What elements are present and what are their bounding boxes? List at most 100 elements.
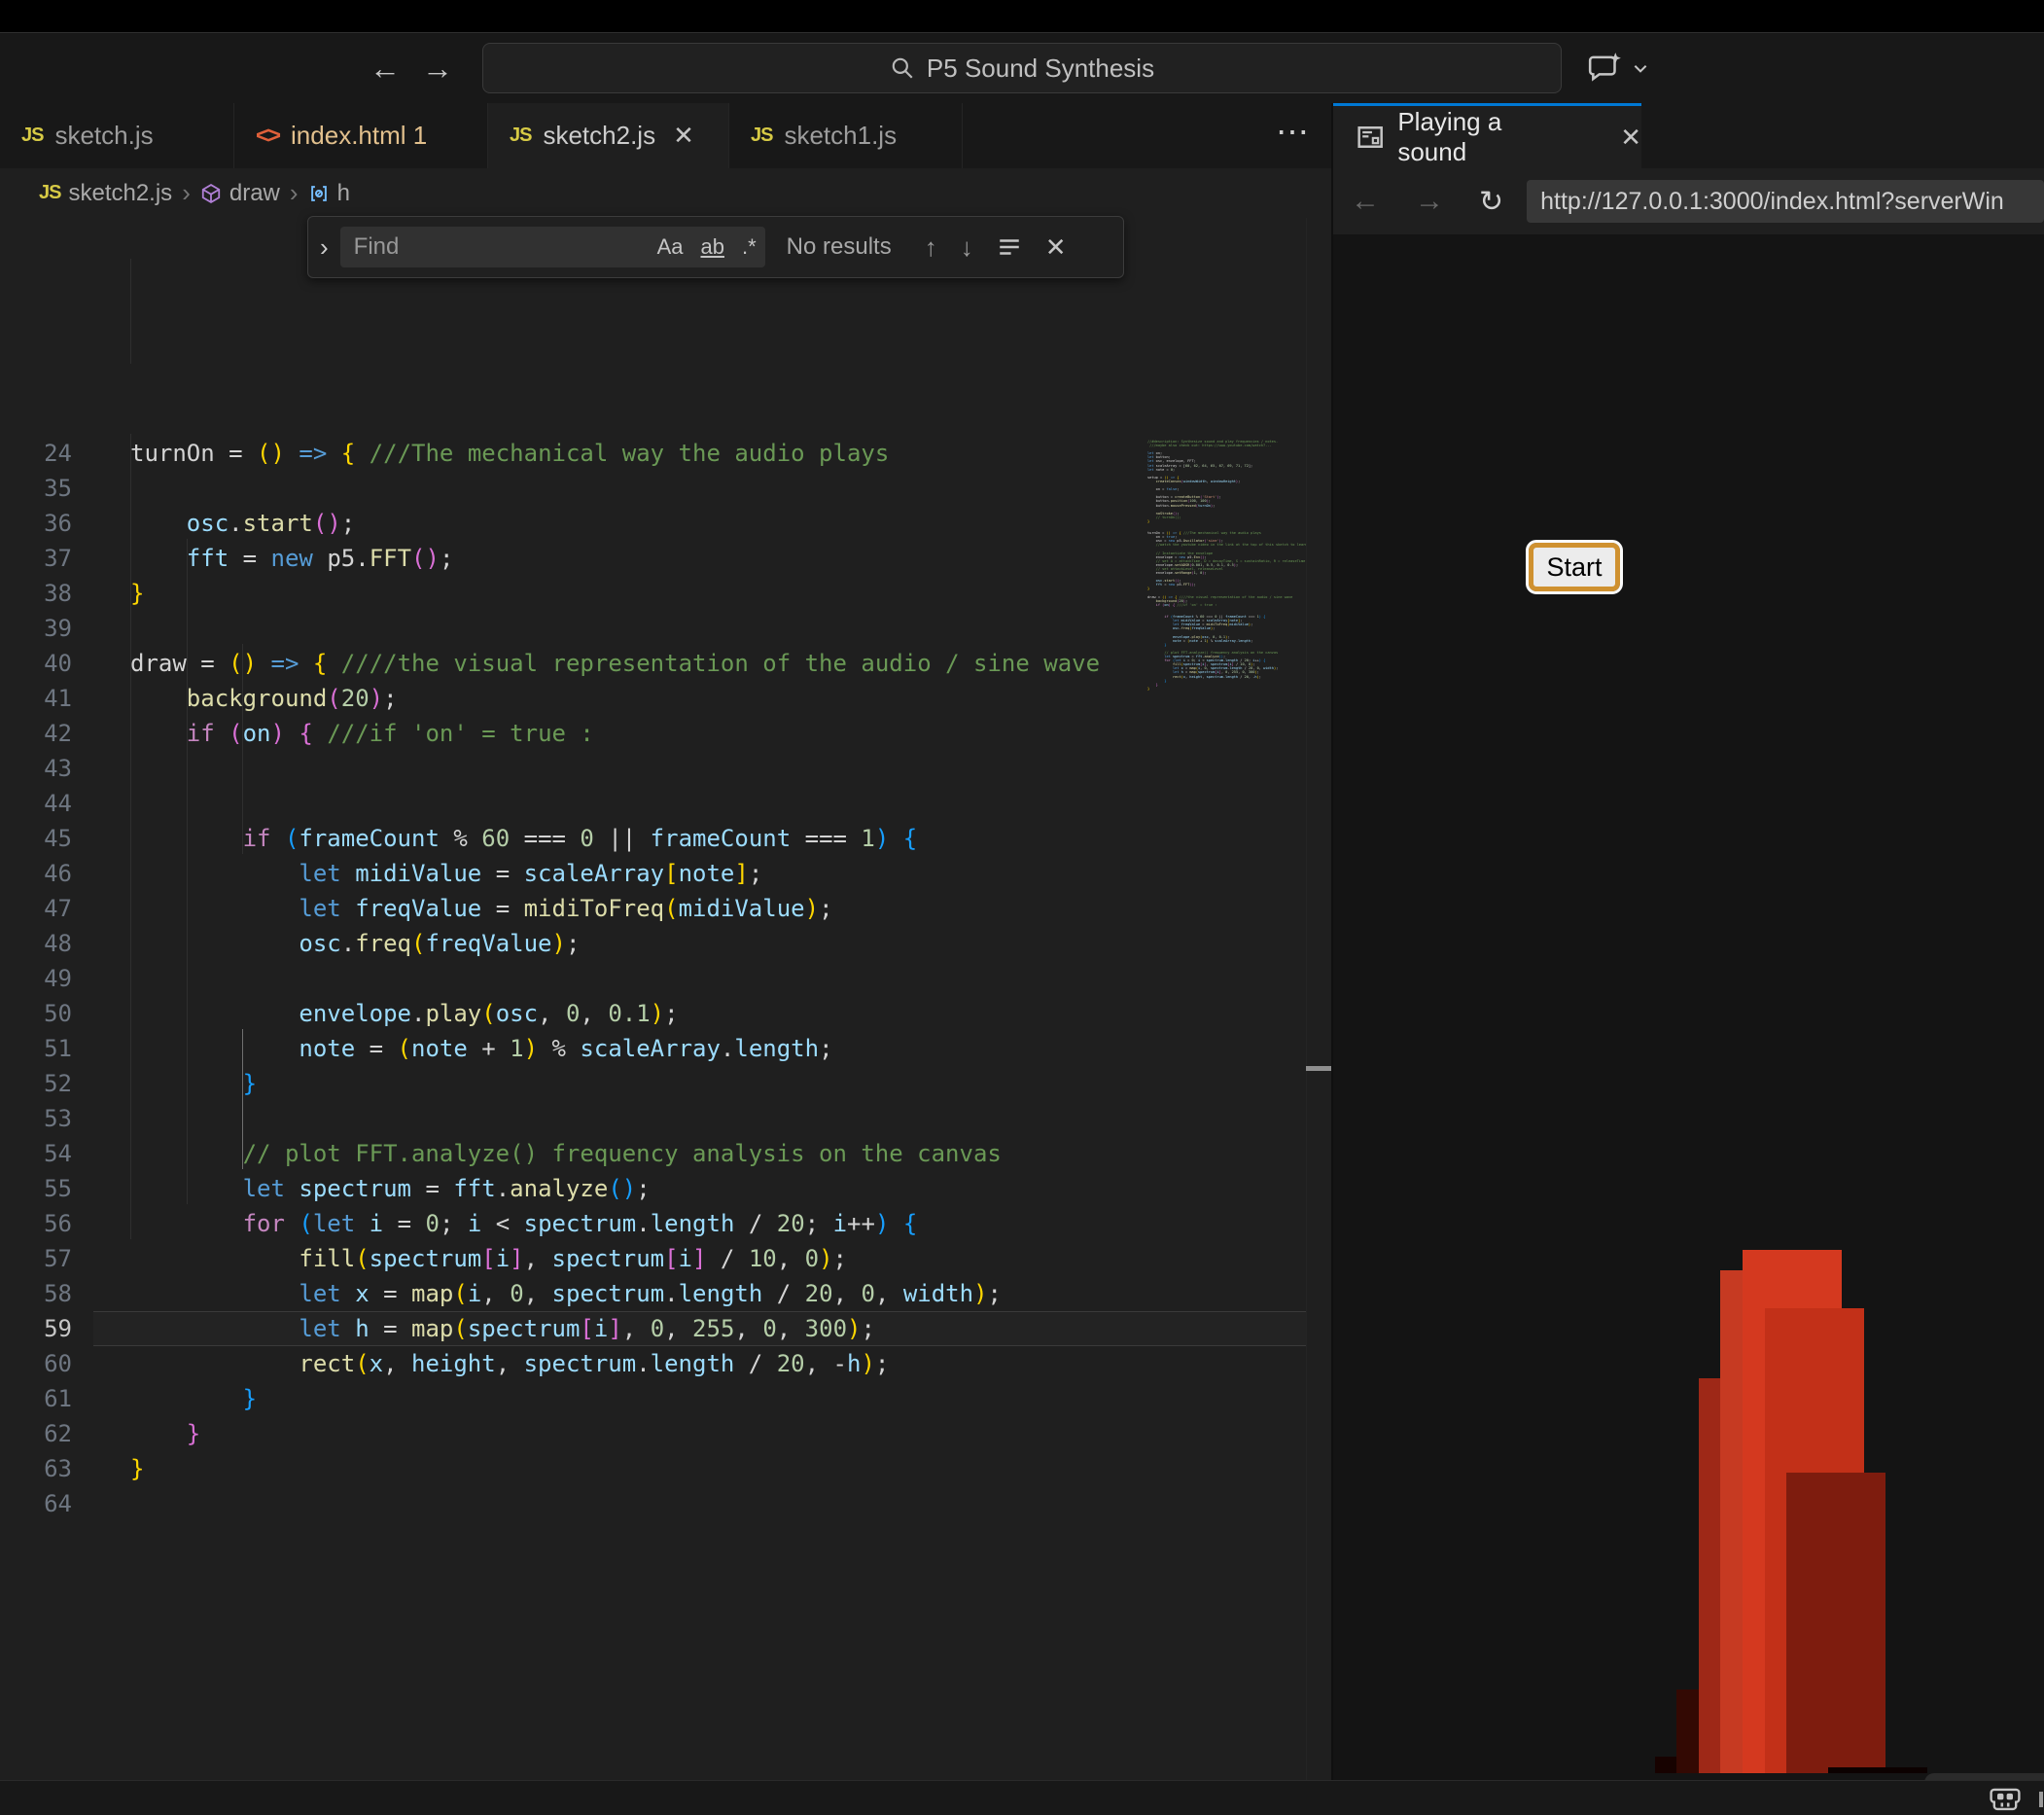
browser-forward-button[interactable]: → bbox=[1397, 185, 1462, 218]
code-line-51: 51 note = (note + 1) % scaleArray.length… bbox=[0, 1031, 1333, 1066]
javascript-file-icon: JS bbox=[510, 125, 531, 147]
copilot-chat-button[interactable] bbox=[1587, 50, 1649, 87]
find-input[interactable]: Find Aa ab .* bbox=[340, 227, 765, 267]
code-line-44: 44 bbox=[0, 786, 1333, 821]
code-line-53: 53 bbox=[0, 1101, 1333, 1136]
code-line-48: 48 osc.freq(freqValue); bbox=[0, 926, 1333, 961]
vscode-window: ← → P5 Sound Synthesis JSsketch.js<>inde… bbox=[0, 0, 2044, 1815]
tab-bar-more-actions[interactable]: ⋯ bbox=[1264, 103, 1322, 168]
line-number: 40 bbox=[0, 646, 72, 681]
code-line-40: 40draw = () => { ////the visual represen… bbox=[0, 646, 1333, 681]
javascript-file-icon: JS bbox=[39, 182, 60, 204]
find-toggle-replace-button[interactable]: › bbox=[308, 232, 340, 263]
tab-label: sketch2.js bbox=[543, 121, 655, 151]
command-center-text: P5 Sound Synthesis bbox=[927, 53, 1154, 84]
line-number: 62 bbox=[0, 1416, 72, 1451]
editor-scrollbar[interactable] bbox=[1306, 218, 1333, 1780]
copilot-chat-icon bbox=[1587, 50, 1624, 87]
line-number: 47 bbox=[0, 891, 72, 926]
url-input[interactable]: http://127.0.0.1:3000/index.html?serverW… bbox=[1527, 180, 2044, 223]
browser-reload-button[interactable]: ↻ bbox=[1462, 185, 1521, 219]
breadcrumb-item-sketch2-js[interactable]: JS sketch2.js bbox=[39, 180, 172, 207]
editor-tab-index-html-1[interactable]: <>index.html 1 bbox=[234, 103, 488, 168]
find-previous-button[interactable]: ↑ bbox=[913, 232, 949, 263]
code-line-59: 59 let h = map(spectrum[i], 0, 255, 0, 3… bbox=[0, 1311, 1333, 1346]
find-placeholder: Find bbox=[340, 233, 649, 261]
code-line-24: 24turnOn = () => { ///The mechanical way… bbox=[0, 436, 1333, 471]
browser-back-button[interactable]: ← bbox=[1333, 185, 1397, 218]
history-back-button[interactable]: ← bbox=[370, 33, 401, 104]
line-number: 57 bbox=[0, 1241, 72, 1276]
line-number: 53 bbox=[0, 1101, 72, 1136]
indent-guide bbox=[130, 259, 131, 364]
tab-label: sketch1.js bbox=[784, 121, 897, 151]
line-number: 54 bbox=[0, 1136, 72, 1171]
code-line-62: 62 } bbox=[0, 1416, 1333, 1451]
simple-browser-panel: Playing a sound ✕ ← → ↻ http://127.0.0.1… bbox=[1333, 103, 2044, 1780]
code-line-47: 47 let freqValue = midiToFreq(midiValue)… bbox=[0, 891, 1333, 926]
line-number: 59 bbox=[0, 1311, 72, 1346]
find-in-selection-button[interactable] bbox=[985, 234, 1034, 260]
code-line-55: 55 let spectrum = fft.analyze(); bbox=[0, 1171, 1333, 1206]
add-element-button[interactable]: Add elem bbox=[1924, 1773, 2044, 1780]
breadcrumb-separator: › bbox=[182, 178, 191, 208]
find-close-button[interactable]: ✕ bbox=[1034, 232, 1078, 263]
editor-tab-sketch2-js[interactable]: JS sketch2.js ✕ bbox=[488, 103, 729, 168]
history-forward-button[interactable]: → bbox=[422, 33, 453, 104]
command-center-search[interactable]: P5 Sound Synthesis bbox=[482, 43, 1562, 93]
chevron-down-icon bbox=[1632, 59, 1649, 77]
code-line-61: 61 } bbox=[0, 1381, 1333, 1416]
line-number: 58 bbox=[0, 1276, 72, 1311]
match-case-button[interactable]: Aa bbox=[649, 234, 692, 260]
line-number: 56 bbox=[0, 1206, 72, 1241]
tab-label: index.html 1 bbox=[291, 121, 427, 151]
editor-tab-sketch-js[interactable]: JSsketch.js bbox=[0, 103, 234, 168]
line-number: 52 bbox=[0, 1066, 72, 1101]
line-number: 55 bbox=[0, 1171, 72, 1206]
breadcrumb-item-draw[interactable]: draw bbox=[200, 180, 280, 207]
find-widget: › Find Aa ab .* No results ↑ ↓ ✕ bbox=[307, 216, 1124, 278]
line-number: 45 bbox=[0, 821, 72, 856]
line-number: 63 bbox=[0, 1451, 72, 1486]
find-next-button[interactable]: ↓ bbox=[949, 232, 985, 263]
line-number: 61 bbox=[0, 1381, 72, 1416]
code-line-45: 45 if (frameCount % 60 === 0 || frameCou… bbox=[0, 821, 1333, 856]
line-number: 37 bbox=[0, 541, 72, 576]
fft-bar-6 bbox=[1786, 1473, 1885, 1773]
webview-icon bbox=[1357, 123, 1384, 152]
breadcrumb-item-h[interactable]: h bbox=[308, 180, 350, 207]
code-line-60: 60 rect(x, height, spectrum.length / 20,… bbox=[0, 1346, 1333, 1381]
breadcrumb-label: h bbox=[337, 180, 350, 207]
editor-tab-sketch1-js[interactable]: JSsketch1.js bbox=[729, 103, 963, 168]
webview-canvas: Start Add elem bbox=[1333, 234, 2044, 1780]
code-line-37: 37 fft = new p5.FFT(); bbox=[0, 541, 1333, 576]
code-line-36: 36 osc.start(); bbox=[0, 506, 1333, 541]
line-number: 48 bbox=[0, 926, 72, 961]
whole-word-button[interactable]: ab bbox=[692, 234, 733, 260]
line-number: 43 bbox=[0, 751, 72, 786]
regex-button[interactable]: .* bbox=[733, 234, 765, 260]
copilot-status-button[interactable] bbox=[1990, 1787, 2021, 1811]
find-results-label: No results bbox=[765, 233, 913, 261]
minimap[interactable]: //#description: Synthesize sound and pla… bbox=[1147, 440, 1306, 722]
breadcrumb-label: sketch2.js bbox=[68, 180, 172, 207]
start-button[interactable]: Start bbox=[1529, 543, 1620, 591]
code-line-56: 56 for (let i = 0; i < spectrum.length /… bbox=[0, 1206, 1333, 1241]
breadcrumb-label: draw bbox=[229, 180, 280, 207]
copilot-icon bbox=[1990, 1787, 2021, 1811]
panel-tab-playing-a-sound[interactable]: Playing a sound ✕ bbox=[1333, 103, 1641, 168]
line-number: 49 bbox=[0, 961, 72, 996]
title-bar: ← → P5 Sound Synthesis bbox=[0, 32, 2044, 104]
minimap-line: //watch the youtube video in the link at… bbox=[1147, 543, 1306, 547]
symbol-method-icon bbox=[200, 183, 222, 204]
status-bar bbox=[0, 1780, 2044, 1815]
line-number: 46 bbox=[0, 856, 72, 891]
tab-close-icon[interactable]: ✕ bbox=[667, 121, 694, 151]
fft-bar-7 bbox=[1828, 1767, 1927, 1773]
tab-label: sketch.js bbox=[54, 121, 153, 151]
code-line-49: 49 bbox=[0, 961, 1333, 996]
window-top-strip bbox=[0, 0, 2044, 32]
code-editor[interactable]: 24turnOn = () => { ///The mechanical way… bbox=[0, 218, 1333, 1780]
panel-tab-close-icon[interactable]: ✕ bbox=[1614, 123, 1641, 153]
code-line-46: 46 let midiValue = scaleArray[note]; bbox=[0, 856, 1333, 891]
